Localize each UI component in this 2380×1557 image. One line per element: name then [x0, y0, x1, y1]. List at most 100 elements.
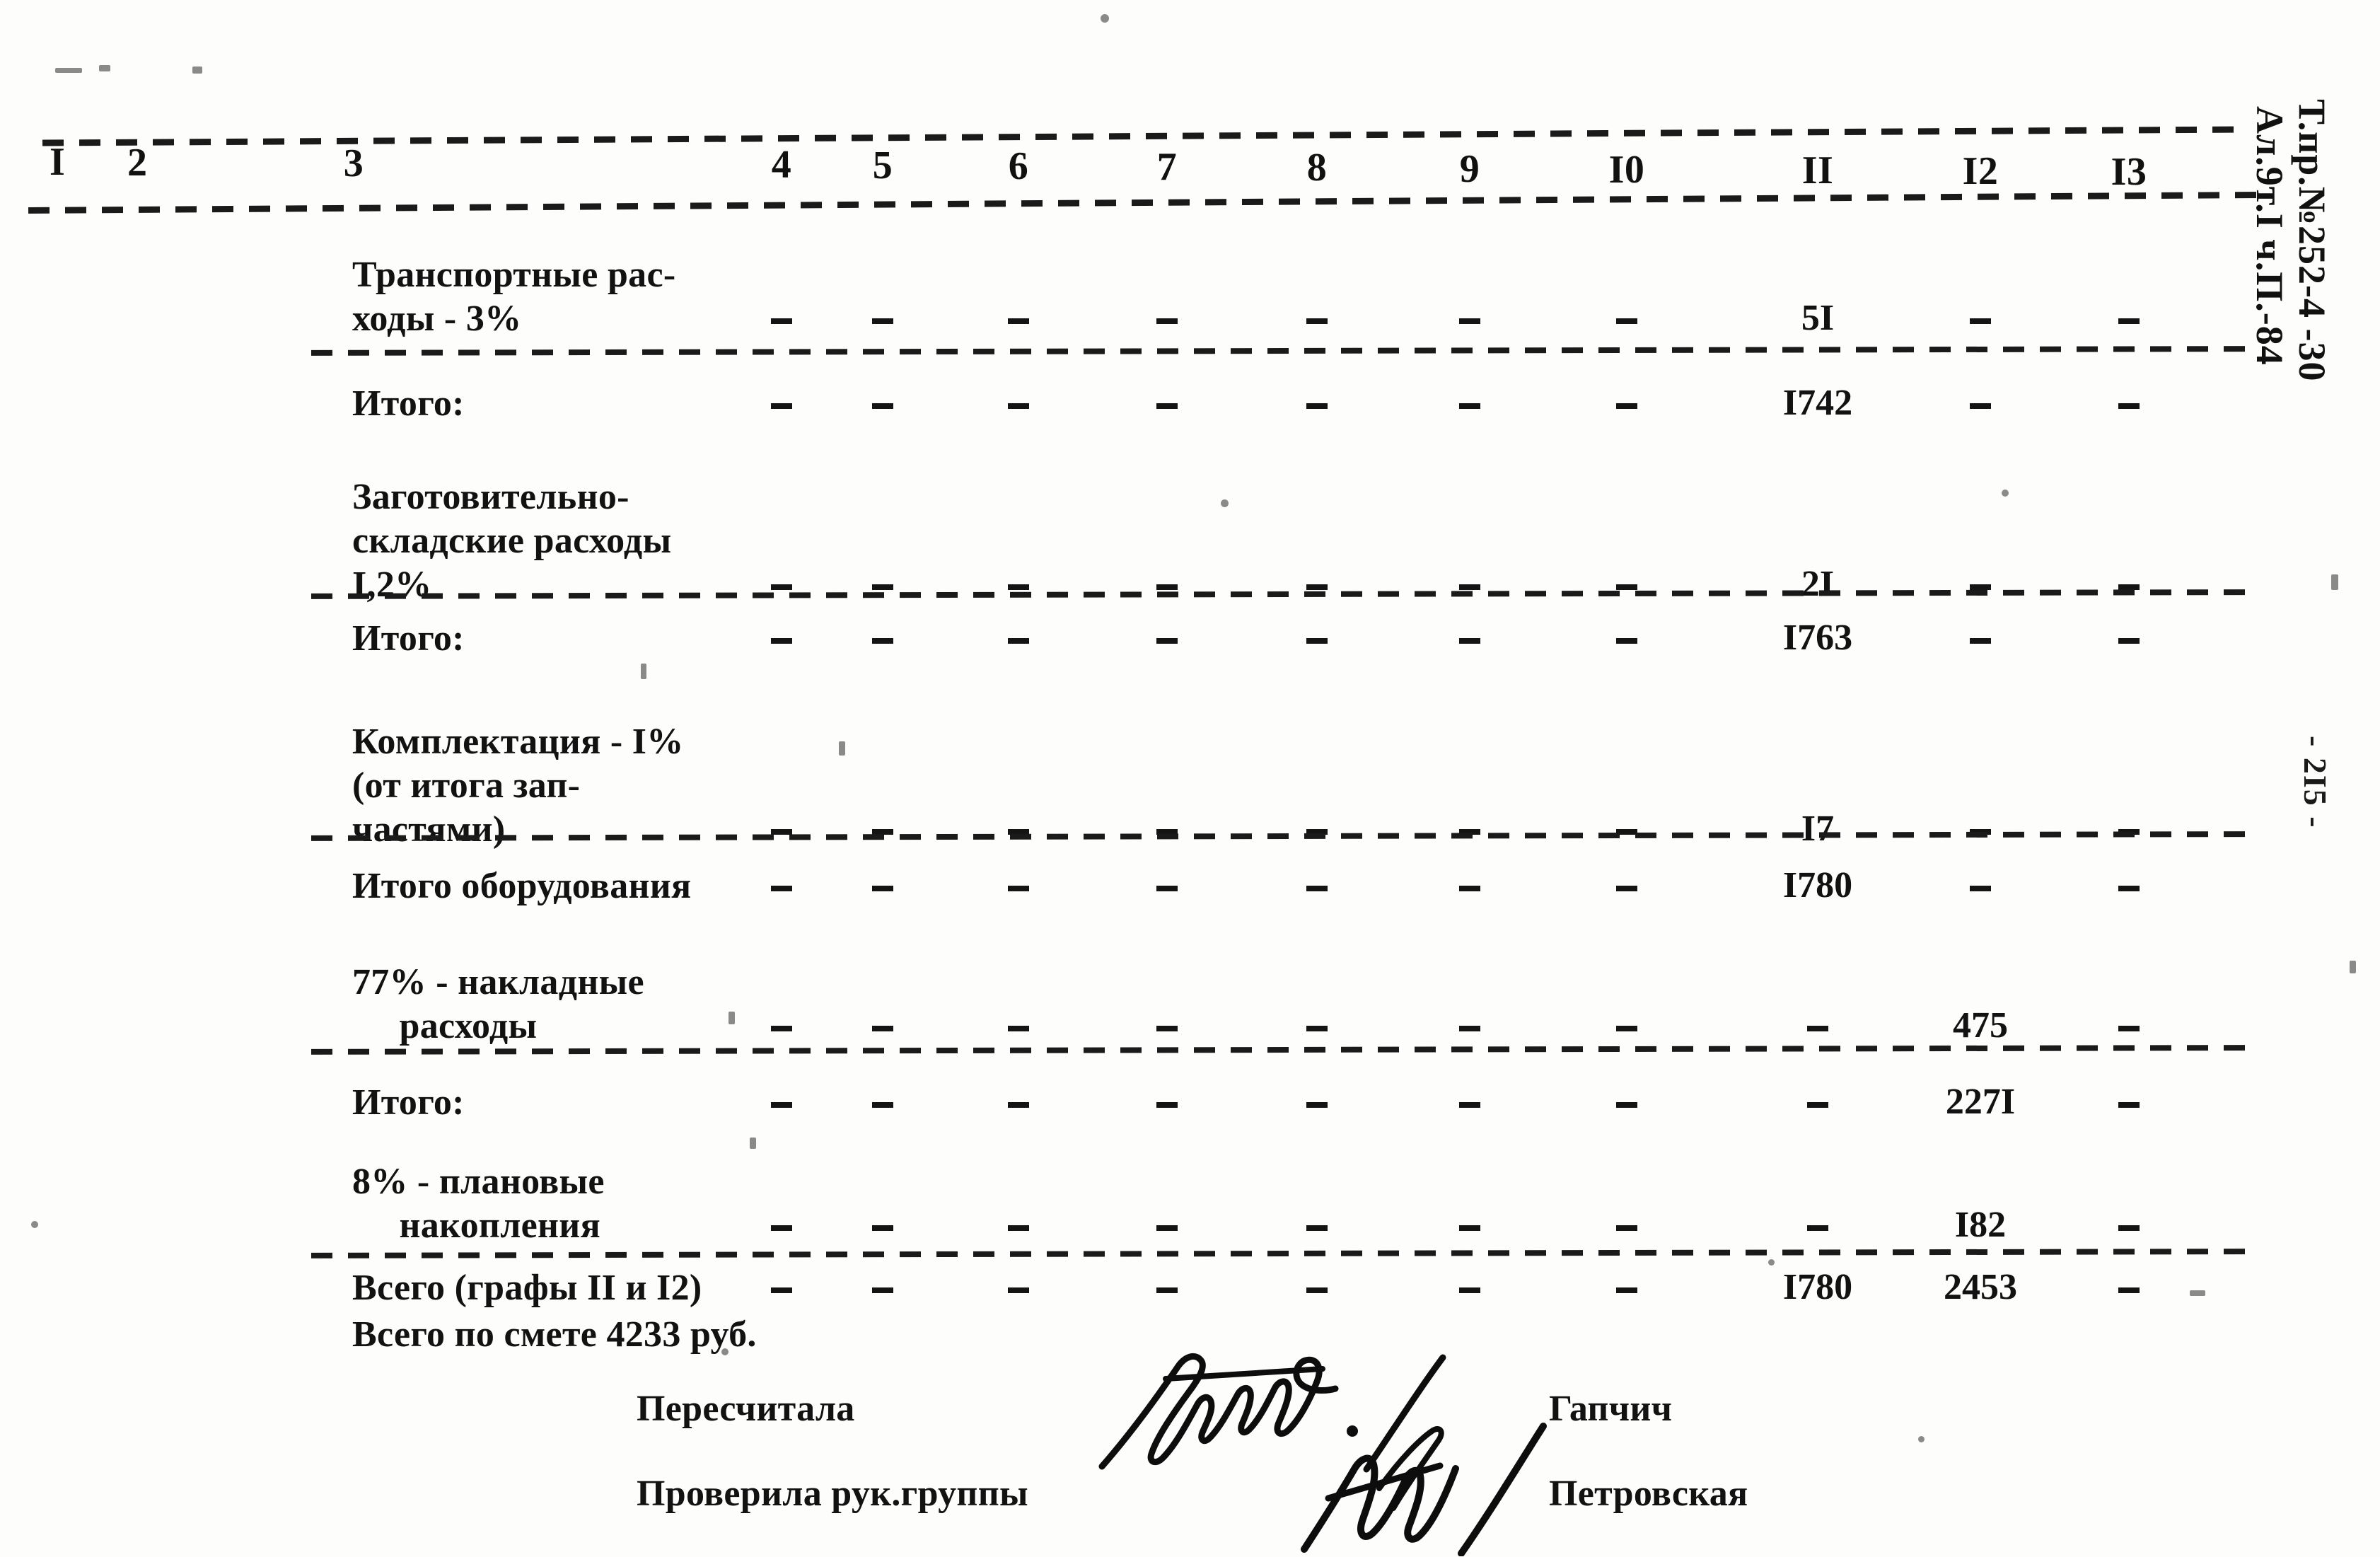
- cell-empty-dash: [1970, 584, 1991, 590]
- cell-empty-dash: [1156, 886, 1178, 891]
- scan-speckle: [2002, 490, 2009, 497]
- column-header-5: 5: [872, 143, 893, 187]
- cell-empty-dash: [1459, 638, 1480, 644]
- cell-empty-dash: [1306, 886, 1328, 891]
- cell-value: 227I: [1945, 1082, 2016, 1122]
- cell-empty-dash: [872, 1287, 893, 1293]
- cell-empty-dash: [1008, 1287, 1029, 1293]
- cell-empty-dash: [1156, 1287, 1178, 1293]
- cell-empty-dash: [771, 403, 792, 409]
- cell-empty-dash: [2118, 1102, 2140, 1108]
- signature-name-2: Петровская: [1549, 1474, 1748, 1514]
- table-top-rule: [42, 126, 2249, 146]
- cell-empty-dash: [1459, 1102, 1480, 1108]
- handwritten-signature-petrovskaya: [1294, 1415, 1577, 1556]
- cell-empty-dash: [2118, 1287, 2140, 1293]
- row-separator-rule: [310, 346, 2250, 356]
- column-header-2: 2: [127, 141, 148, 185]
- cell-empty-dash: [872, 584, 893, 590]
- cell-empty-dash: [1970, 403, 1991, 409]
- scan-speckle: [2331, 574, 2338, 590]
- cell-empty-dash: [1970, 318, 1991, 324]
- cell-value: 475: [1953, 1005, 2008, 1046]
- cell-empty-dash: [771, 1225, 792, 1231]
- cell-empty-dash: [2118, 318, 2140, 324]
- scan-speckle: [192, 66, 202, 74]
- scan-speckle: [1221, 499, 1229, 507]
- cell-empty-dash: [771, 638, 792, 644]
- cell-empty-dash: [1616, 1026, 1637, 1031]
- scan-speckle: [721, 1348, 728, 1355]
- cell-empty-dash: [1156, 1102, 1178, 1108]
- scan-speckle: [839, 741, 845, 756]
- cell-value: I780: [1782, 1267, 1853, 1307]
- cell-empty-dash: [771, 886, 792, 891]
- column-header-9: 9: [1459, 146, 1480, 191]
- cell-empty-dash: [2118, 403, 2140, 409]
- row-label: Итого:: [352, 618, 465, 659]
- cell-empty-dash: [872, 886, 893, 891]
- cell-value: I82: [1954, 1205, 2007, 1245]
- cell-empty-dash: [1008, 1102, 1029, 1108]
- cell-empty-dash: [771, 1287, 792, 1293]
- row-label: Всего (графы II и I2): [352, 1268, 702, 1308]
- cell-empty-dash: [1306, 1026, 1328, 1031]
- cell-empty-dash: [872, 318, 893, 324]
- cell-empty-dash: [1156, 403, 1178, 409]
- cell-empty-dash: [872, 1102, 893, 1108]
- cell-empty-dash: [1156, 638, 1178, 644]
- column-header-12: I2: [1962, 149, 1999, 194]
- cell-empty-dash: [1156, 1225, 1178, 1231]
- cell-empty-dash: [771, 1102, 792, 1108]
- cell-empty-dash: [771, 584, 792, 590]
- cell-empty-dash: [1616, 1225, 1637, 1231]
- cell-empty-dash: [872, 1225, 893, 1231]
- cell-empty-dash: [872, 1026, 893, 1031]
- cell-empty-dash: [1306, 1102, 1328, 1108]
- column-header-1: I: [50, 140, 66, 184]
- signature-role-2: Проверила рук.группы: [637, 1474, 1028, 1514]
- cell-empty-dash: [1616, 886, 1637, 891]
- column-header-7: 7: [1156, 145, 1178, 190]
- scan-speckle: [55, 68, 82, 73]
- scan-speckle: [31, 1221, 38, 1228]
- cell-empty-dash: [1008, 584, 1029, 590]
- cell-empty-dash: [771, 1026, 792, 1031]
- row-label: Комплектация - I% (от итога зап- частями…: [352, 722, 684, 850]
- cell-empty-dash: [1970, 638, 1991, 644]
- column-header-13: I3: [2111, 150, 2147, 195]
- row-label: Итого:: [352, 383, 465, 424]
- column-header-8: 8: [1306, 146, 1328, 190]
- scan-speckle: [99, 65, 110, 71]
- row-separator-rule: [310, 1249, 2250, 1258]
- cell-empty-dash: [2118, 886, 2140, 891]
- signature-role-1: Пересчитала: [637, 1389, 855, 1429]
- cell-empty-dash: [1008, 403, 1029, 409]
- cell-empty-dash: [1459, 584, 1480, 590]
- row-label: Заготовительно- складские расходы I,2%: [352, 477, 672, 605]
- cell-empty-dash: [1156, 318, 1178, 324]
- cell-empty-dash: [1306, 584, 1328, 590]
- cell-empty-dash: [1306, 638, 1328, 644]
- cell-value: 5I: [1801, 298, 1835, 338]
- cell-empty-dash: [1008, 886, 1029, 891]
- cell-value: I763: [1782, 618, 1853, 658]
- cell-empty-dash: [2118, 638, 2140, 644]
- cell-empty-dash: [1807, 1225, 1828, 1231]
- column-header-10: I0: [1608, 147, 1645, 192]
- scan-speckle: [2350, 961, 2356, 973]
- cell-value: I742: [1782, 383, 1853, 423]
- cell-empty-dash: [1459, 318, 1480, 324]
- page-number: - 2I5 -: [2297, 736, 2333, 829]
- cell-empty-dash: [771, 318, 792, 324]
- row-label: Итого оборудования: [352, 866, 692, 906]
- cell-empty-dash: [1459, 886, 1480, 891]
- column-header-3: 3: [343, 141, 364, 186]
- scan-speckle: [1918, 1436, 1925, 1442]
- cell-empty-dash: [1156, 1026, 1178, 1031]
- cell-empty-dash: [1616, 1287, 1637, 1293]
- cell-value: 2453: [1944, 1267, 2017, 1307]
- cell-empty-dash: [1807, 1102, 1828, 1108]
- row-label: Транспортные рас- ходы - 3%: [352, 255, 676, 339]
- scan-speckle: [1768, 1259, 1775, 1266]
